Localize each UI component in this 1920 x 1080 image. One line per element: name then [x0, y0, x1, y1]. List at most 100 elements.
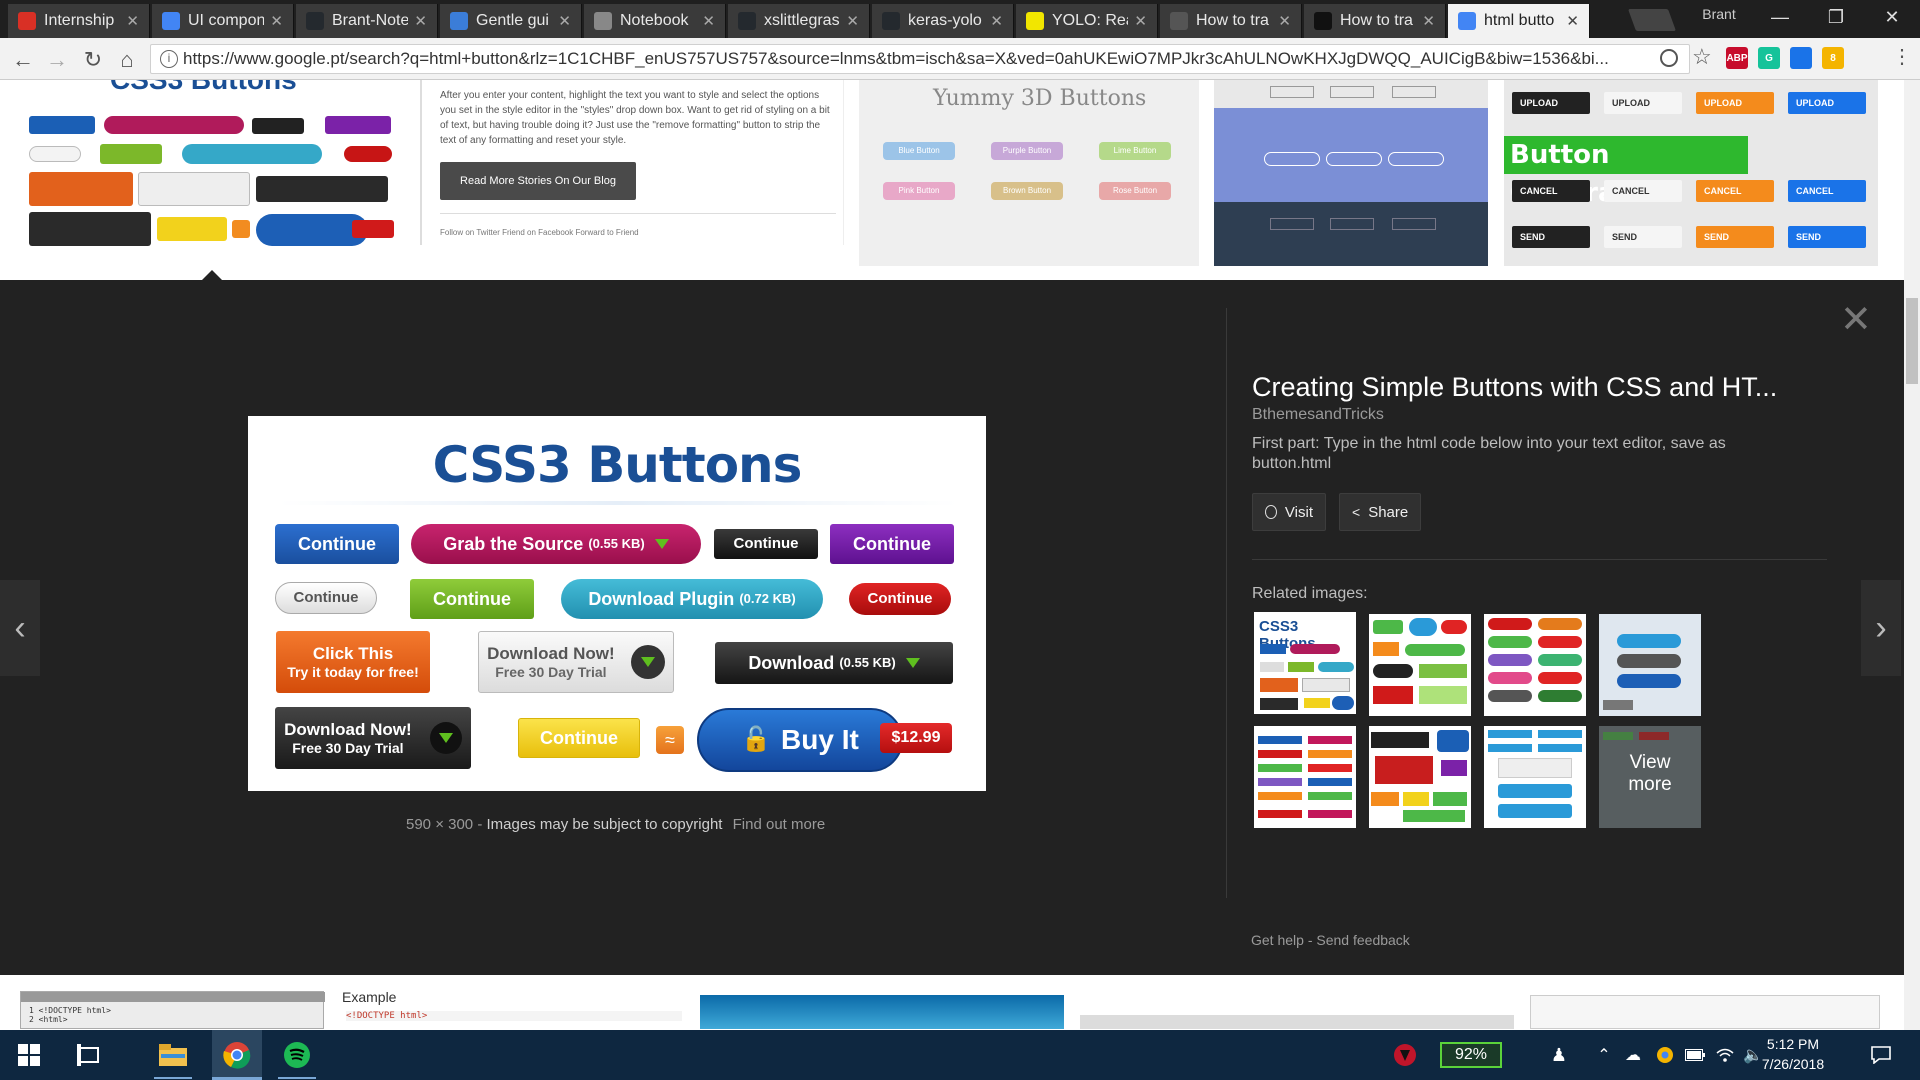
result-title[interactable]: Creating Simple Buttons with CSS and HT.… — [1252, 372, 1812, 403]
related-thumb-1[interactable]: CSS3 Buttons — [1254, 612, 1356, 714]
close-tab-icon[interactable]: ✕ — [558, 12, 571, 30]
chrome-icon[interactable] — [218, 1036, 256, 1074]
result-image-grey[interactable] — [1080, 1015, 1514, 1029]
page-scrollbar[interactable] — [1904, 80, 1920, 1030]
browser-tab[interactable]: Brant-Note ✕ — [296, 4, 438, 38]
close-tab-icon[interactable]: ✕ — [270, 12, 283, 30]
send-feedback-link[interactable]: Send feedback — [1316, 932, 1409, 948]
result-image-window[interactable] — [1530, 995, 1880, 1029]
related-thumb-6[interactable] — [1369, 726, 1471, 828]
visit-button[interactable]: Visit — [1252, 493, 1326, 531]
minimize-button[interactable]: — — [1752, 0, 1808, 34]
close-tab-icon[interactable]: ✕ — [414, 12, 427, 30]
related-thumb-2[interactable] — [1369, 614, 1471, 716]
next-image-button[interactable]: › — [1861, 580, 1901, 676]
battery-indicator[interactable]: 92% — [1440, 1042, 1502, 1068]
github-icon — [738, 12, 756, 30]
example-label: Example — [342, 989, 397, 1005]
location-icon[interactable] — [1660, 49, 1678, 67]
system-clock[interactable]: 5:12 PM 7/26/2018 — [1758, 1034, 1828, 1074]
result-image-blue[interactable] — [700, 995, 1064, 1029]
info-icon[interactable]: i — [160, 50, 178, 68]
browser-tab[interactable]: UI compon ✕ — [152, 4, 294, 38]
continue-red-button: Continue — [849, 583, 951, 615]
close-tab-icon[interactable]: ✕ — [126, 12, 139, 30]
restore-button[interactable]: ❐ — [1808, 0, 1864, 34]
related-thumb-5[interactable] — [1254, 726, 1356, 828]
continue-blue-button: Continue — [275, 524, 399, 564]
browser-tab[interactable]: html butto ✕ — [1448, 4, 1590, 38]
result-image-example[interactable]: Example <!DOCTYPE html> — [342, 989, 686, 1029]
google-icon — [1458, 12, 1476, 30]
related-thumb-4[interactable] — [1599, 614, 1701, 716]
browser-tab[interactable]: keras-yolo ✕ — [872, 4, 1014, 38]
yummy-title: Yummy 3D Buttons — [933, 86, 1147, 111]
prev-image-button[interactable]: ‹ — [0, 580, 40, 676]
result-image-yummy[interactable]: Yummy 3D Buttons Blue Button Purple Butto… — [859, 80, 1199, 266]
close-tab-icon[interactable]: ✕ — [1566, 12, 1579, 30]
download-now-dark-button: Download Now! Free 30 Day Trial — [275, 707, 471, 769]
close-tab-icon[interactable]: ✕ — [846, 12, 859, 30]
get-help-link[interactable]: Get help — [1251, 932, 1304, 948]
related-thumb-3[interactable] — [1484, 614, 1586, 716]
result-title-text: CSS3 Buttons — [110, 80, 297, 96]
security-tray-icon[interactable] — [1386, 1036, 1424, 1074]
close-tab-icon[interactable]: ✕ — [1278, 12, 1291, 30]
medium-icon — [1314, 12, 1332, 30]
image-caption: 590 × 300 - Images may be subject to cop… — [406, 816, 826, 833]
result-image-outline[interactable] — [1214, 80, 1488, 266]
browser-tab[interactable]: How to tra ✕ — [1304, 4, 1446, 38]
related-thumb-7[interactable] — [1484, 726, 1586, 828]
result-image-css3[interactable]: CSS3 Buttons — [24, 80, 396, 255]
tab-label: How to tra — [1340, 12, 1413, 29]
windows-start-icon[interactable] — [10, 1036, 48, 1074]
tab-label: UI compon — [188, 12, 265, 29]
address-bar[interactable]: i https://www.google.pt/search?q=html+bu… — [150, 44, 1690, 74]
tab-strip: Internship ✕ UI compon ✕ Brant-Note ✕ Gentle g… — [0, 0, 1920, 38]
bookmark-star-icon[interactable]: ☆ — [1692, 44, 1712, 70]
close-panel-icon[interactable]: ✕ — [1840, 300, 1872, 340]
bookmark-ext-icon[interactable] — [1790, 47, 1812, 69]
browser-tab[interactable]: Gentle gui ✕ — [440, 4, 582, 38]
home-button[interactable]: ⌂ — [112, 45, 142, 75]
people-icon[interactable]: ♟ — [1540, 1036, 1578, 1074]
tab-label: xslittlegras — [764, 12, 840, 29]
details-divider — [1252, 559, 1827, 560]
tab-label: YOLO: Real — [1052, 12, 1128, 29]
browser-tab[interactable]: Internship ✕ — [8, 4, 150, 38]
file-explorer-icon[interactable] — [154, 1036, 192, 1074]
back-button[interactable]: ← — [8, 45, 38, 75]
preview-image[interactable]: CSS3 Buttons Continue Grab the Source (0… — [248, 416, 986, 791]
result-image-generator[interactable]: Button Generator UPLOAD UPLOAD UPLOAD UPLOA… — [1504, 80, 1878, 266]
close-tab-icon[interactable]: ✕ — [702, 12, 715, 30]
menu-icon[interactable]: ⋮ — [1892, 44, 1912, 69]
new-tab-button[interactable] — [1627, 9, 1677, 31]
notes-ext-icon[interactable]: 8 — [1822, 47, 1844, 69]
browser-tab[interactable]: YOLO: Real ✕ — [1016, 4, 1158, 38]
clock-date: 7/26/2018 — [1761, 1056, 1825, 1072]
yummy-button: Blue Button — [883, 142, 955, 160]
forward-button[interactable]: → — [42, 45, 72, 75]
browser-tab[interactable]: How to tra ✕ — [1160, 4, 1302, 38]
generator-button: SEND — [1696, 226, 1774, 248]
related-thumb-view-more[interactable]: View more — [1599, 726, 1701, 828]
close-tab-icon[interactable]: ✕ — [990, 12, 1003, 30]
scrollbar-thumb[interactable] — [1906, 298, 1918, 384]
task-view-icon[interactable] — [70, 1036, 108, 1074]
close-tab-icon[interactable]: ✕ — [1422, 12, 1435, 30]
reload-button[interactable]: ↻ — [78, 45, 108, 75]
result-image-blog[interactable]: After you enter your content, highlight … — [424, 80, 844, 245]
share-button[interactable]: < Share — [1339, 493, 1421, 531]
find-out-more-link[interactable]: Find out more — [733, 816, 826, 833]
browser-tab[interactable]: Notebook ✕ — [584, 4, 726, 38]
close-tab-icon[interactable]: ✕ — [1134, 12, 1147, 30]
grammarly-icon[interactable]: G — [1758, 47, 1780, 69]
spotify-icon[interactable] — [278, 1036, 316, 1074]
taskbar-underline-spotify — [278, 1077, 316, 1079]
browser-tab[interactable]: xslittlegras ✕ — [728, 4, 870, 38]
close-window-button[interactable]: ✕ — [1864, 0, 1920, 34]
adblock-icon[interactable]: ABP — [1726, 47, 1748, 69]
notifications-icon[interactable] — [1862, 1036, 1900, 1074]
profile-name[interactable]: Brant — [1682, 6, 1756, 28]
result-image-code[interactable]: 1 <!DOCTYPE html> 2 <html> — [20, 991, 325, 1029]
